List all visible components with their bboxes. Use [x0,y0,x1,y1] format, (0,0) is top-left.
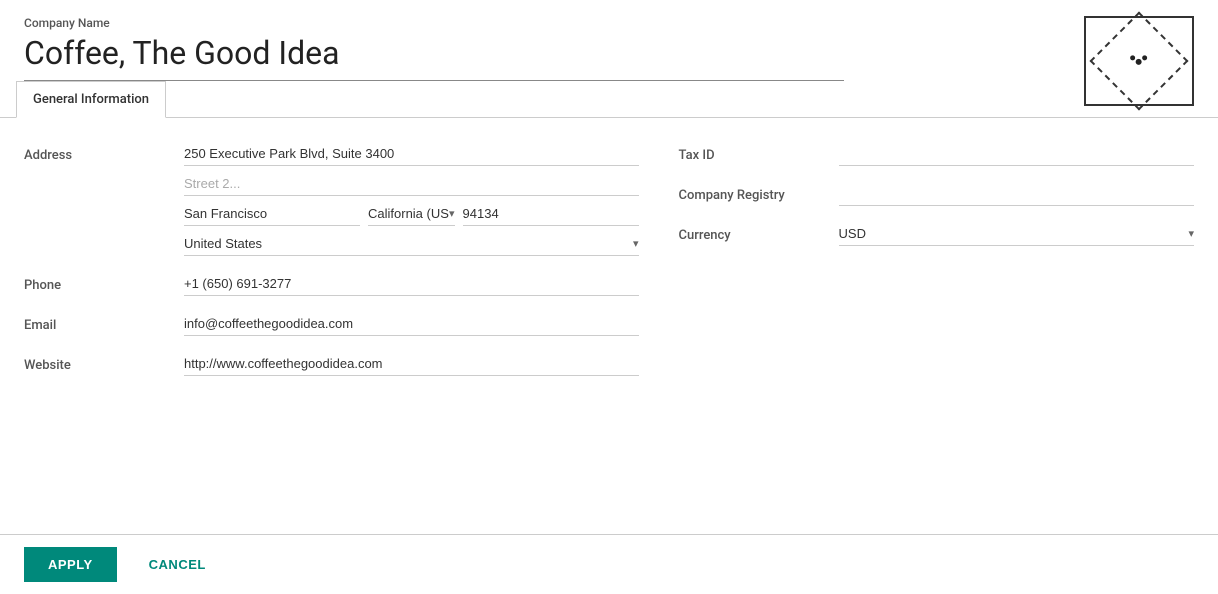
website-label: Website [24,352,184,373]
company-registry-field [839,182,1194,206]
cancel-button[interactable]: CANCEL [133,547,222,582]
email-row: Email [24,312,639,336]
company-logo [1084,16,1194,106]
email-input[interactable] [184,312,639,336]
website-input[interactable] [184,352,639,376]
company-name-label: Company Name [24,16,1194,30]
company-name-title: Coffee, The Good Idea [24,34,1194,72]
email-field [184,312,639,336]
zip-input[interactable] [463,202,639,226]
address-row: Address California (US United States [24,142,639,256]
state-wrapper[interactable]: California (US [368,202,455,226]
tax-id-input[interactable] [839,142,1194,166]
country-wrapper[interactable]: United States [184,232,639,256]
company-registry-row: Company Registry [679,182,1194,206]
country-select[interactable]: United States [184,232,633,255]
website-row: Website [24,352,639,376]
street1-input[interactable] [184,142,639,166]
logo-diamond [1090,12,1189,111]
page-header: Company Name Coffee, The Good Idea [0,0,1218,81]
currency-wrapper[interactable]: USD [839,222,1194,246]
currency-select[interactable]: USD [839,222,1189,245]
phone-label: Phone [24,272,184,293]
street2-input[interactable] [184,172,639,196]
currency-field: USD [839,222,1194,246]
phone-row: Phone [24,272,639,296]
address-label: Address [24,142,184,163]
apply-button[interactable]: APPLY [24,547,117,582]
email-label: Email [24,312,184,333]
currency-label: Currency [679,222,839,243]
right-section: Tax ID Company Registry Currency USD [679,142,1194,392]
tab-bar: General Information [0,81,1218,118]
company-registry-input[interactable] [839,182,1194,206]
currency-row: Currency USD [679,222,1194,246]
tax-id-label: Tax ID [679,142,839,163]
state-select[interactable]: California (US [368,202,449,225]
left-section: Address California (US United States [24,142,639,392]
website-field [184,352,639,376]
logo-icon [1123,48,1155,75]
main-content: Address California (US United States [0,118,1218,416]
tax-id-field [839,142,1194,166]
header-divider [24,80,844,81]
tax-id-row: Tax ID [679,142,1194,166]
tab-general-information[interactable]: General Information [16,81,166,118]
company-registry-label: Company Registry [679,182,839,203]
phone-input[interactable] [184,272,639,296]
city-input[interactable] [184,202,360,226]
city-state-zip-row: California (US [184,202,639,226]
footer: APPLY CANCEL [0,534,1218,594]
address-fields: California (US United States [184,142,639,256]
phone-field [184,272,639,296]
